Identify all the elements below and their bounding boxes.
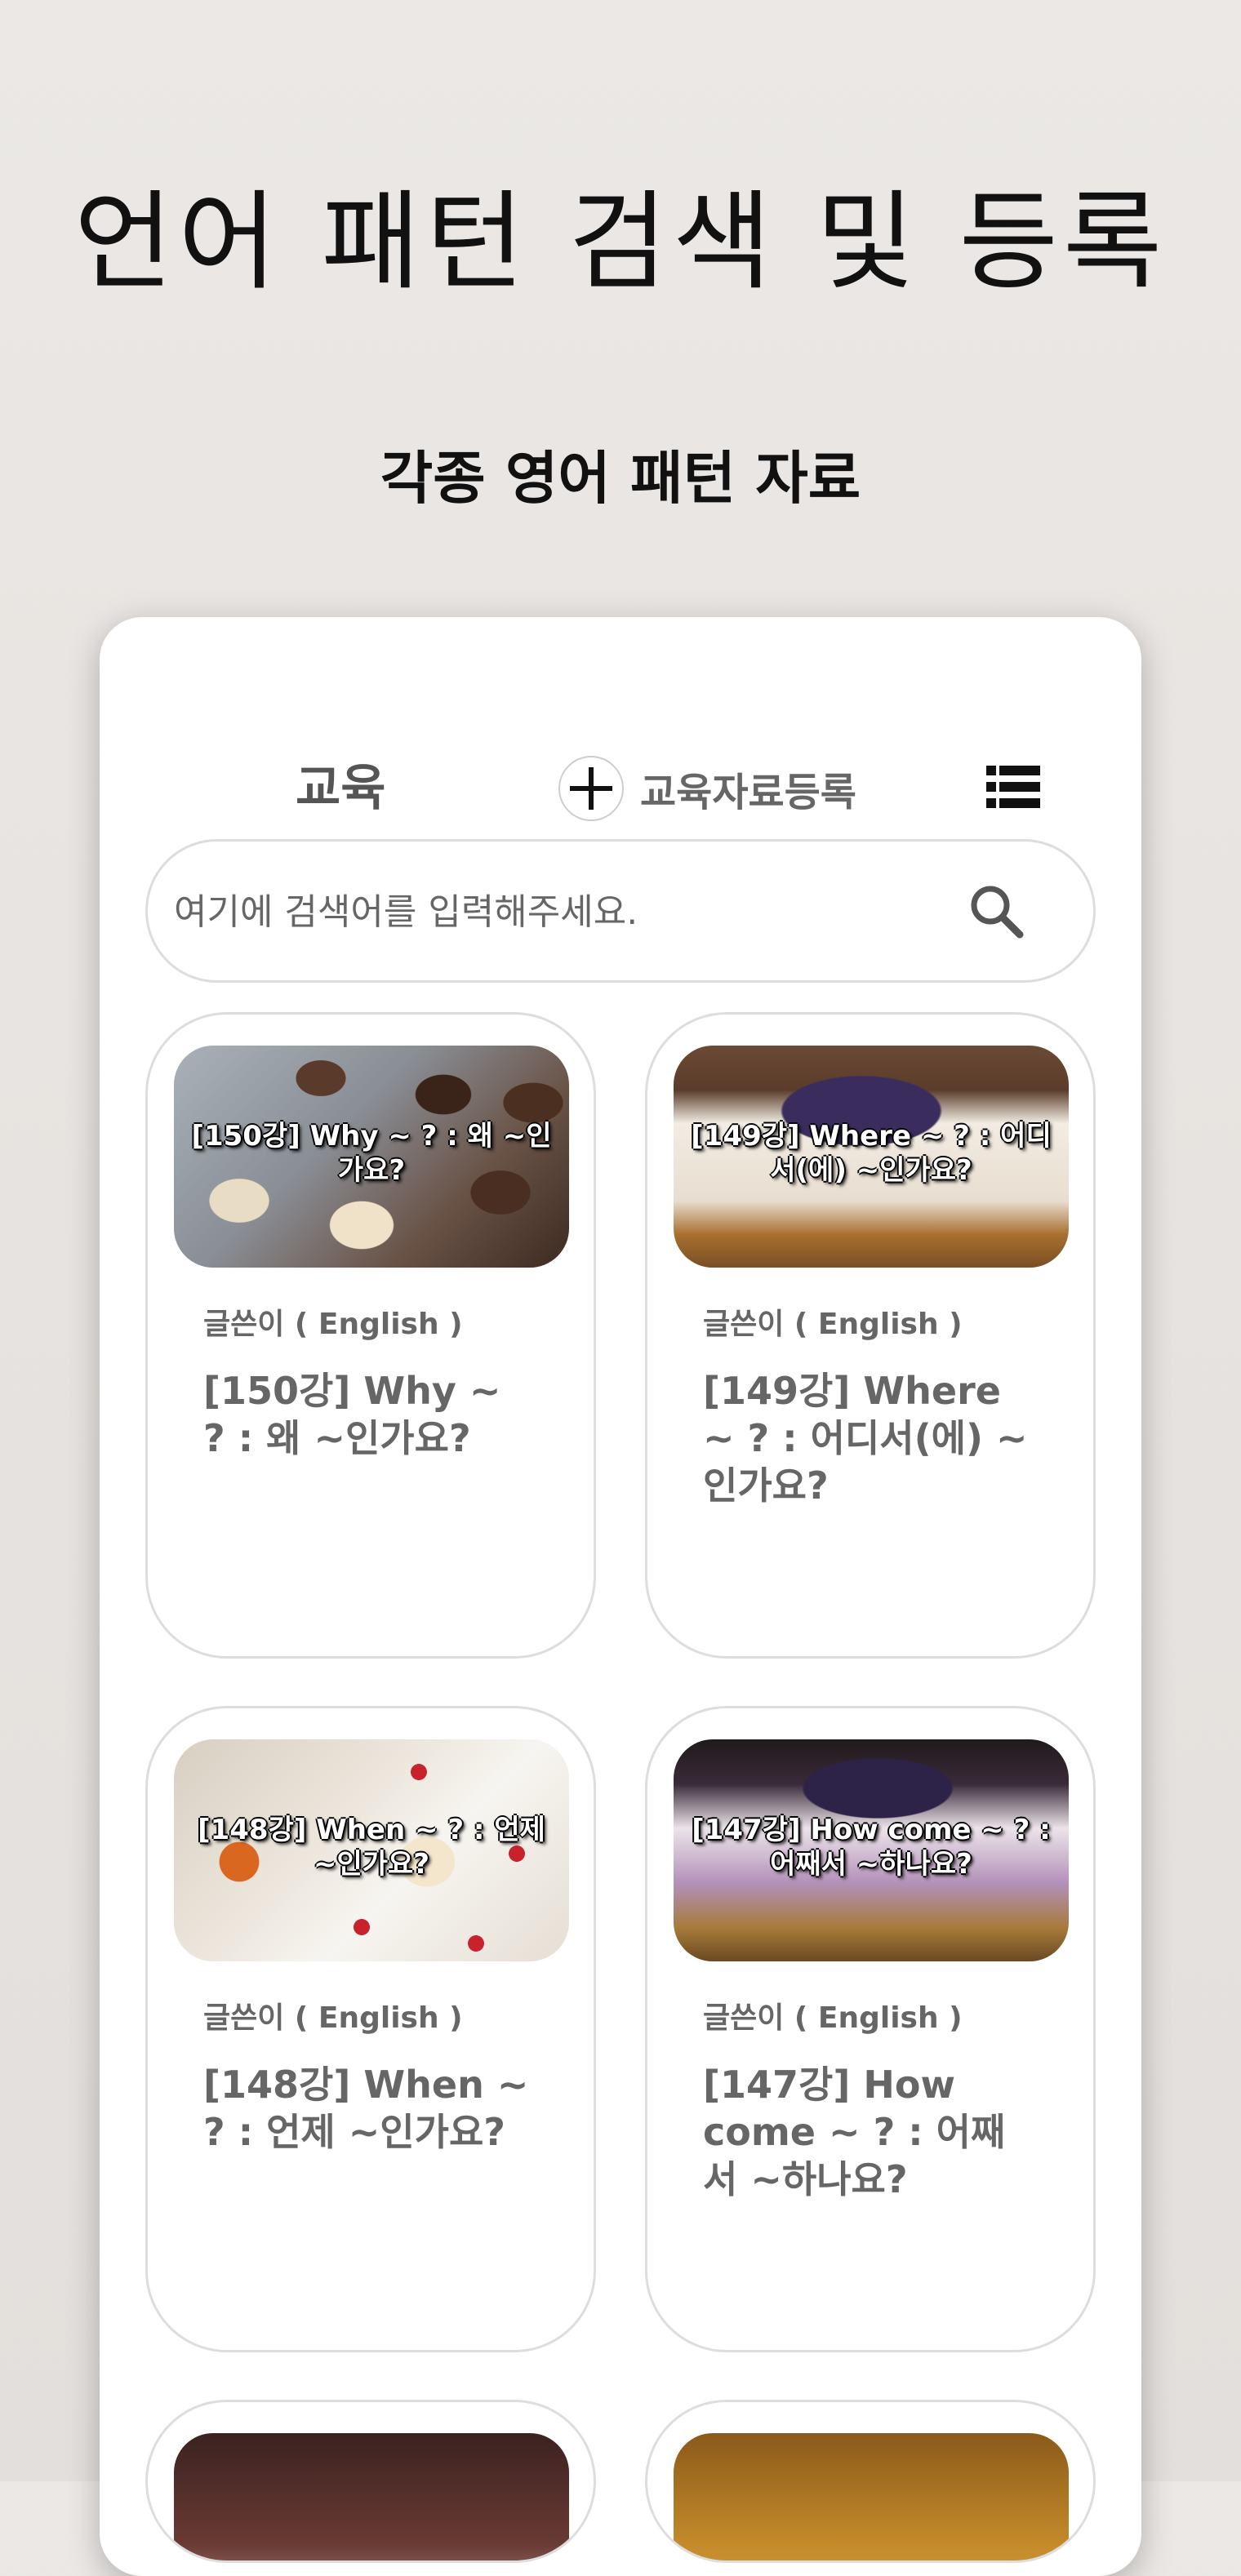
lesson-thumbnail xyxy=(174,2433,569,2560)
lesson-thumbnail: [150강] Why ~ ? : 왜 ~인가요? xyxy=(174,1046,569,1268)
thumbnail-caption: [148강] When ~ ? : 언제 ~인가요? xyxy=(198,1814,545,1881)
lesson-thumbnail xyxy=(674,2433,1069,2560)
register-material-label: 교육자료등록 xyxy=(640,770,856,815)
lesson-thumbnail: [148강] When ~ ? : 언제 ~인가요? xyxy=(174,1739,569,1961)
register-material-button[interactable]: 교육자료등록 xyxy=(558,739,856,837)
lesson-card[interactable]: [149강] Where ~ ? : 어디서(에) ~인가요? 글쓴이 ( En… xyxy=(645,1012,1096,1659)
search-bar xyxy=(145,839,1096,983)
page-subtitle: 각종 영어 패턴 자료 xyxy=(380,445,861,512)
card-title: [147강] How come ~ ? : 어째서 ~하나요? xyxy=(703,2063,1006,2201)
content-panel: 교육 교육자료등록 [150강] Why ~ ? xyxy=(100,617,1141,2576)
card-title: [150강] Why ~ ? : 왜 ~인가요? xyxy=(203,1369,501,1460)
search-icon[interactable] xyxy=(964,879,1030,944)
lesson-card[interactable] xyxy=(145,2400,596,2563)
lesson-card[interactable]: [150강] Why ~ ? : 왜 ~인가요? 글쓴이 ( English )… xyxy=(145,1012,596,1659)
lesson-card[interactable] xyxy=(645,2400,1096,2563)
card-author: 글쓴이 ( English ) xyxy=(703,1308,963,1341)
search-input[interactable] xyxy=(172,866,959,957)
lesson-thumbnail: [147강] How come ~ ? : 어째서 ~하나요? xyxy=(674,1739,1069,1961)
lesson-thumbnail: [149강] Where ~ ? : 어디서(에) ~인가요? xyxy=(674,1046,1069,1268)
thumbnail-caption: [149강] Where ~ ? : 어디서(에) ~인가요? xyxy=(691,1120,1052,1187)
lesson-card[interactable]: [147강] How come ~ ? : 어째서 ~하나요? 글쓴이 ( En… xyxy=(645,1706,1096,2352)
card-author: 글쓴이 ( English ) xyxy=(703,2001,963,2035)
plus-icon xyxy=(558,756,624,821)
tab-education[interactable]: 교육 xyxy=(296,739,385,837)
card-title: [149강] Where ~ ? : 어디서(에) ~인가요? xyxy=(703,1369,1028,1508)
card-author: 글쓴이 ( English ) xyxy=(203,2001,463,2035)
tab-bar: 교육 교육자료등록 xyxy=(100,739,1141,837)
card-title: [148강] When ~ ? : 언제 ~인가요? xyxy=(203,2063,529,2154)
thumbnail-caption: [147강] How come ~ ? : 어째서 ~하나요? xyxy=(692,1814,1051,1881)
page-title: 언어 패턴 검색 및 등록 xyxy=(73,180,1168,305)
list-icon[interactable] xyxy=(986,764,1040,810)
thumbnail-caption: [150강] Why ~ ? : 왜 ~인가요? xyxy=(191,1120,552,1187)
lesson-card[interactable]: [148강] When ~ ? : 언제 ~인가요? 글쓴이 ( English… xyxy=(145,1706,596,2352)
card-author: 글쓴이 ( English ) xyxy=(203,1308,463,1341)
